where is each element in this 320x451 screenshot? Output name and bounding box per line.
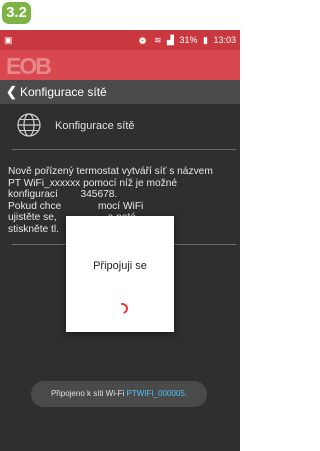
page-title: Konfigurace sítě <box>20 85 107 99</box>
toast-ssid: PTWIFI_000005 <box>126 389 185 398</box>
dialog-title: Připojuji se <box>93 260 147 272</box>
navigation-bar: ❮ Konfigurace sítě <box>0 80 240 104</box>
globe-icon <box>16 112 42 143</box>
alarm-icon: ⏰ <box>137 35 149 45</box>
network-config-label: Konfigurace sítě <box>55 120 135 132</box>
battery-icon: ▮ <box>203 35 208 45</box>
status-bar: ▣ ⏰ ≋ ▟ 31% ▮ 13:03 <box>0 30 240 50</box>
toast-prefix: Připojeno k síti Wi-Fi <box>50 389 127 398</box>
divider <box>12 149 236 150</box>
connected-toast: Připojeno k síti Wi-Fi PTWIFI_000005. <box>31 381 207 407</box>
connecting-dialog: Připojuji se <box>66 216 174 332</box>
network-config-row[interactable]: Konfigurace sítě <box>0 104 240 150</box>
signal-icon: ▟ <box>167 35 174 45</box>
wifi-icon: ≋ <box>153 35 162 45</box>
step-badge: 3.2 <box>2 2 31 24</box>
clock: 13:03 <box>213 35 236 45</box>
image-icon: ▣ <box>4 35 13 45</box>
loading-spinner-icon <box>114 300 131 317</box>
toast-suffix: . <box>184 389 188 398</box>
app-logo: EOB <box>6 53 52 79</box>
battery-percent: 31% <box>179 35 198 45</box>
phone-screen: ▣ ⏰ ≋ ▟ 31% ▮ 13:03 EOB ❮ Konfigurace sí… <box>0 30 240 451</box>
chevron-left-icon[interactable]: ❮ <box>6 80 17 104</box>
app-header: EOB <box>0 50 240 80</box>
status-right: ⏰ ≋ ▟ 31% ▮ 13:03 <box>134 30 236 50</box>
